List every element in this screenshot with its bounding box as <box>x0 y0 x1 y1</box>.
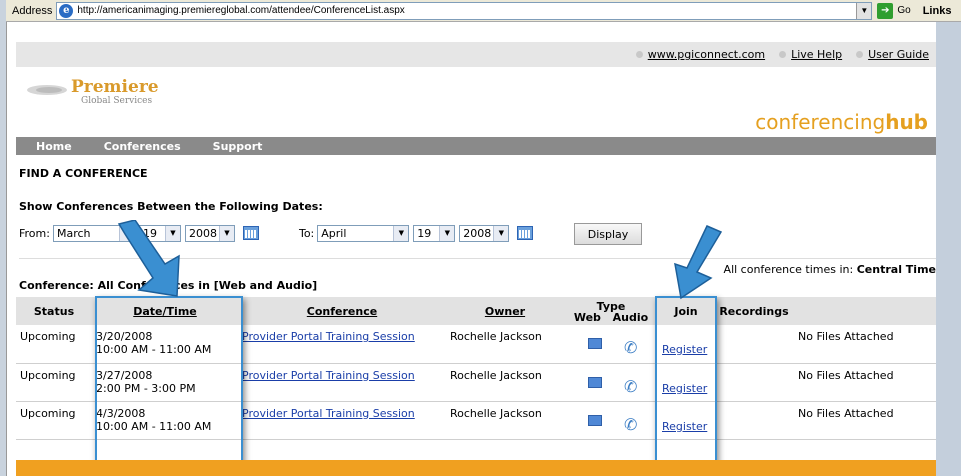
find-conference-heading: FIND A CONFERENCE <box>19 167 148 180</box>
toplink-live-help[interactable]: Live Help <box>779 48 842 61</box>
join-highlight-box <box>655 296 717 464</box>
chevron-down-icon: ▼ <box>493 225 509 241</box>
web-monitor-icon <box>588 376 602 388</box>
timezone-value: Central Time <box>856 263 936 276</box>
timezone-prefix: All conference times in: <box>723 263 854 276</box>
bullet-icon <box>635 51 643 58</box>
cell-web <box>564 325 606 364</box>
cell-owner: Rochelle Jackson <box>446 401 564 440</box>
nav-conferences[interactable]: Conferences <box>104 140 181 153</box>
cell-conference: Provider Portal Training Session <box>238 325 446 364</box>
toplink-user-guide-label[interactable]: User Guide <box>868 48 929 61</box>
toplink-pgiconnect-label[interactable]: www.pgiconnect.com <box>648 48 765 61</box>
cell-recordings-empty <box>714 325 794 364</box>
conference-link[interactable]: Provider Portal Training Session <box>242 369 415 382</box>
cell-web <box>564 363 606 402</box>
audio-phone-icon: ✆ <box>624 414 638 434</box>
from-month-value: March <box>56 226 91 240</box>
chevron-down-icon: ▼ <box>393 225 409 241</box>
web-monitor-icon <box>588 338 602 349</box>
to-calendar-icon[interactable] <box>517 226 534 240</box>
to-label: To: <box>298 226 315 240</box>
conference-link[interactable]: Provider Portal Training Session <box>242 330 415 343</box>
chevron-down-icon: ▼ <box>218 225 234 241</box>
nav-home[interactable]: Home <box>36 140 72 153</box>
to-month-select[interactable]: April ▼ <box>317 224 410 242</box>
to-year-value: 2008 <box>463 226 492 240</box>
cell-owner: Rochelle Jackson <box>446 325 564 364</box>
audio-phone-icon: ✆ <box>624 338 638 357</box>
cell-audio: ✆ <box>606 401 658 440</box>
from-calendar-icon[interactable] <box>242 226 259 240</box>
logo-swoosh-icon <box>27 85 67 95</box>
go-label: Go <box>897 5 911 16</box>
cell-recordings: No Files Attached <box>794 325 936 364</box>
date-range-row: From: March▼ 19▼ 2008▼ To: April▼ 19▼ 20… <box>19 222 534 244</box>
logo-brand: Premiere <box>71 77 159 97</box>
header-conference[interactable]: Conference <box>238 297 446 325</box>
cell-owner: Rochelle Jackson <box>446 363 564 402</box>
datetime-highlight-box <box>95 296 243 464</box>
premiere-logo: Premiere Global Services <box>25 79 159 111</box>
display-button[interactable]: Display <box>574 223 642 245</box>
to-day-select[interactable]: 19 ▼ <box>413 224 456 242</box>
ie-page-icon: e <box>59 3 74 18</box>
to-month-value: April <box>321 226 347 240</box>
chevron-down-icon: ▼ <box>439 225 455 241</box>
cell-conference: Provider Portal Training Session <box>238 363 446 402</box>
cell-status: Upcoming <box>16 363 92 402</box>
cell-conference: Provider Portal Training Session <box>238 401 446 440</box>
go-button[interactable]: ➔ Go <box>877 2 911 19</box>
toplink-user-guide[interactable]: User Guide <box>856 48 929 61</box>
header-web: Web <box>573 311 601 324</box>
header-audio: Audio <box>612 311 649 324</box>
header-status: Status <box>16 297 92 325</box>
bullet-icon <box>779 51 787 58</box>
hub-light: conferencing <box>755 110 886 134</box>
links-toolbar-label[interactable]: Links <box>923 5 952 17</box>
nav-support[interactable]: Support <box>213 140 263 153</box>
cell-audio: ✆ <box>606 325 658 364</box>
hub-bold: hub <box>885 110 928 134</box>
header-owner-label[interactable]: Owner <box>485 305 525 318</box>
bullet-icon <box>856 51 864 58</box>
web-page: www.pgiconnect.com Live Help User Guide … <box>6 22 936 476</box>
cell-recordings-empty <box>714 363 794 402</box>
conferencing-hub-logo: conferencinghub <box>755 110 928 134</box>
header-type: Type Web Audio <box>564 297 658 325</box>
toplink-live-help-label[interactable]: Live Help <box>791 48 842 61</box>
url-dropdown-icon[interactable]: ▼ <box>856 2 872 19</box>
logo-subtitle: Global Services <box>81 96 153 106</box>
audio-phone-icon: ✆ <box>624 376 638 396</box>
conference-link[interactable]: Provider Portal Training Session <box>242 407 415 420</box>
date-range-heading: Show Conferences Between the Following D… <box>19 200 323 213</box>
cell-status: Upcoming <box>16 325 92 364</box>
scrollbar[interactable] <box>936 22 961 476</box>
cell-recordings-empty <box>714 401 794 440</box>
web-monitor-icon <box>588 414 602 426</box>
callout-arrow-icon <box>674 225 723 300</box>
from-label: From: <box>19 226 50 240</box>
top-links-bar: www.pgiconnect.com Live Help User Guide <box>16 42 936 67</box>
address-label: Address <box>12 4 53 17</box>
toplink-pgiconnect[interactable]: www.pgiconnect.com <box>635 48 765 61</box>
cell-recordings: No Files Attached <box>794 401 936 440</box>
url-text[interactable]: http://americanimaging.premiereglobal.co… <box>77 5 856 16</box>
callout-arrow-icon <box>117 220 180 297</box>
cell-audio: ✆ <box>606 363 658 402</box>
go-arrow-icon: ➔ <box>877 2 894 19</box>
footer-bar <box>16 460 936 476</box>
cell-recordings: No Files Attached <box>794 363 936 402</box>
main-nav: Home Conferences Support <box>16 137 936 155</box>
header-blank <box>794 297 936 325</box>
timezone-note: All conference times in: Central Time <box>724 263 936 276</box>
address-bar: Address e http://americanimaging.premier… <box>6 0 961 22</box>
header-conference-label[interactable]: Conference <box>307 305 377 318</box>
to-year-select[interactable]: 2008 ▼ <box>459 224 510 242</box>
cell-web <box>564 401 606 440</box>
url-field[interactable]: e http://americanimaging.premiereglobal.… <box>56 1 873 20</box>
to-day-value: 19 <box>417 226 432 240</box>
cell-status: Upcoming <box>16 401 92 440</box>
header-owner[interactable]: Owner <box>446 297 564 325</box>
